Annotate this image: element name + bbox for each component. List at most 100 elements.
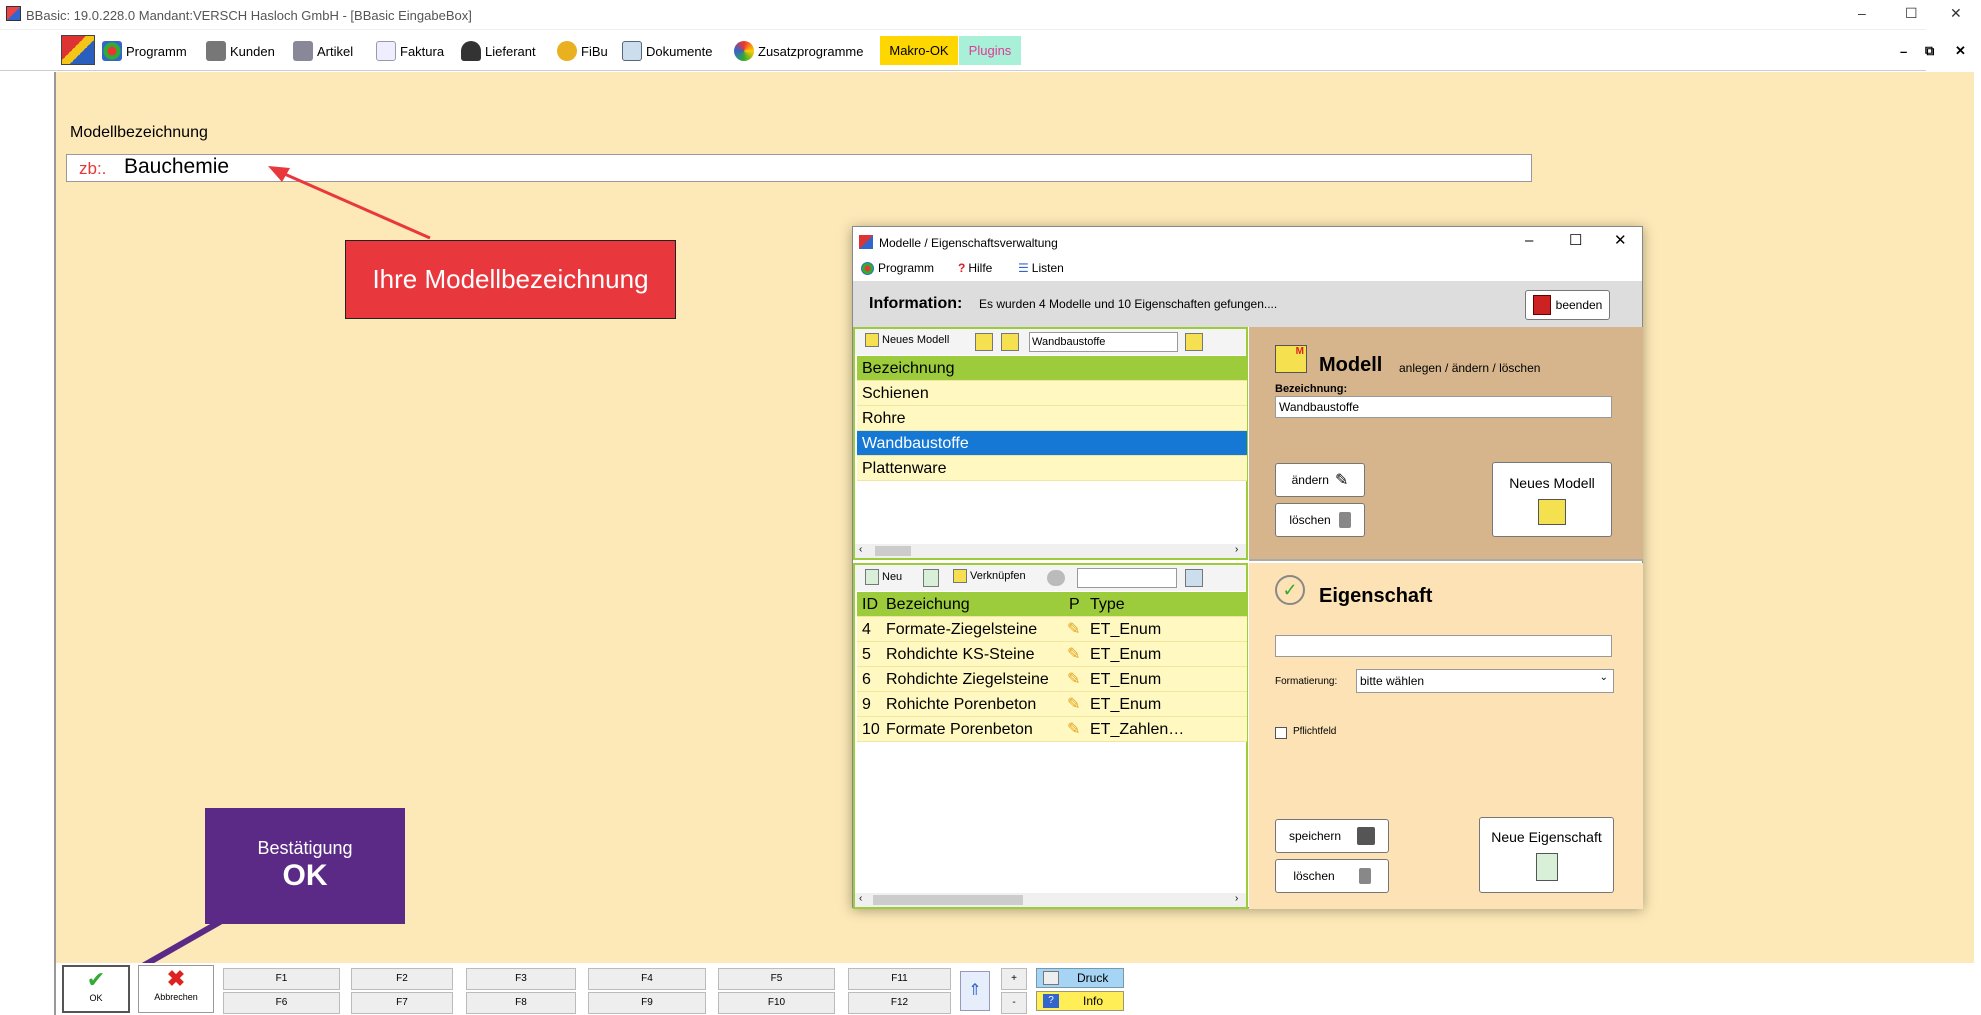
dialog-maximize-icon[interactable]: ☐ xyxy=(1569,231,1582,249)
property-row[interactable]: 5 Rohdichte KS-Steine ✎ ET_Enum xyxy=(857,642,1247,667)
minimize-icon[interactable]: – xyxy=(1858,5,1866,21)
dialog-minimize-icon[interactable]: – xyxy=(1525,232,1533,249)
f11-button[interactable]: F11 xyxy=(848,968,951,990)
models-header: Bezeichnung xyxy=(857,356,1247,381)
dialog-menu-listen[interactable]: ☰ Listen xyxy=(1018,261,1064,275)
menu-item-faktura[interactable]: Faktura xyxy=(376,39,444,63)
edit-property-icon[interactable] xyxy=(923,569,939,587)
properties-hscrollbar[interactable]: ‹ › xyxy=(855,893,1246,907)
menu-item-lieferant[interactable]: Lieferant xyxy=(461,39,536,63)
menu-item-artikel[interactable]: Artikel xyxy=(293,39,353,63)
minus-button[interactable]: - xyxy=(1001,992,1027,1014)
f3-button[interactable]: F3 xyxy=(466,968,576,990)
info-text: Es wurden 4 Modelle und 10 Eigenschaften… xyxy=(979,297,1278,311)
property-row[interactable]: 9 Rohichte Porenbeton ✎ ET_Enum xyxy=(857,692,1247,717)
f4-button[interactable]: F4 xyxy=(588,968,706,990)
scroll-left-icon[interactable]: ‹ xyxy=(859,544,862,555)
property-row[interactable]: 10 Formate Porenbeton ✎ ET_Zahlen… xyxy=(857,717,1247,742)
f9-button[interactable]: F9 xyxy=(588,992,706,1014)
f7-button[interactable]: F7 xyxy=(351,992,453,1014)
f6-button[interactable]: F6 xyxy=(223,992,340,1014)
edit-model-icon[interactable] xyxy=(975,333,993,351)
form-label: Modellbezeichnung xyxy=(70,124,208,141)
scroll-thumb[interactable] xyxy=(875,546,911,556)
f8-button[interactable]: F8 xyxy=(466,992,576,1014)
makro-ok-button[interactable]: Makro-OK xyxy=(880,36,958,65)
model-row[interactable]: Schienen xyxy=(857,381,1247,406)
menu-item-dokumente[interactable]: Dokumente xyxy=(622,39,712,63)
property-name: Rohdichte KS-Steine xyxy=(886,646,1035,663)
trash-icon xyxy=(1338,512,1351,528)
f2-button[interactable]: F2 xyxy=(351,968,453,990)
models-pane: Neues Modell Wandbaustoffe Bezeichnung S… xyxy=(853,327,1248,560)
window-title-bar: BBasic: 19.0.228.0 Mandant:VERSCH Hasloc… xyxy=(0,0,1962,30)
save-property-button[interactable]: speichern xyxy=(1275,819,1389,853)
scroll-right-icon[interactable]: › xyxy=(1235,893,1238,904)
dialog-menu-hilfe[interactable]: ? Hilfe xyxy=(958,261,992,275)
f12-button[interactable]: F12 xyxy=(848,992,951,1014)
property-type: ET_Zahlen… xyxy=(1090,721,1185,738)
scroll-thumb[interactable] xyxy=(873,895,1023,905)
mdi-restore-icon[interactable]: ⧉ xyxy=(1925,39,1934,63)
model-name-field[interactable]: Wandbaustoffe xyxy=(1275,396,1612,418)
ok-button[interactable]: ✔ OK xyxy=(62,965,130,1013)
search-models-icon[interactable] xyxy=(1185,333,1203,351)
scroll-up-icon[interactable]: ⇑ xyxy=(960,971,990,1011)
print-button[interactable]: Druck xyxy=(1036,968,1124,988)
format-label: Formatierung: xyxy=(1275,676,1338,687)
dialog-close-icon[interactable]: ✕ xyxy=(1614,231,1627,249)
pencil-icon: ✎ xyxy=(1067,621,1081,638)
menu-item-programm[interactable]: Programm xyxy=(102,39,187,63)
link-property-button[interactable]: Verknüpfen xyxy=(953,569,1026,583)
menu-item-kunden[interactable]: Kunden xyxy=(206,39,275,63)
properties-search-input[interactable] xyxy=(1077,568,1177,588)
models-search-input[interactable]: Wandbaustoffe xyxy=(1029,332,1178,352)
new-property-tool-button[interactable]: Neu xyxy=(865,569,902,585)
property-panel-title: Eigenschaft xyxy=(1319,585,1433,607)
f10-button[interactable]: F10 xyxy=(718,992,835,1014)
scroll-right-icon[interactable]: › xyxy=(1235,544,1238,555)
close-icon[interactable]: ✕ xyxy=(1950,5,1962,22)
new-model-button[interactable]: Neues Modell xyxy=(1492,462,1612,537)
change-model-button[interactable]: ändern ✎ xyxy=(1275,463,1365,497)
new-property-button[interactable]: Neue Eigenschaft xyxy=(1479,817,1614,893)
new-model-tool-button[interactable]: Neues Modell xyxy=(865,333,949,347)
property-name-field[interactable] xyxy=(1275,635,1612,657)
delete-property-button[interactable]: löschen xyxy=(1275,859,1389,893)
menu-item-zusatzprogramme[interactable]: Zusatzprogramme xyxy=(734,39,863,63)
delete-model-icon[interactable] xyxy=(1001,333,1019,351)
model-row[interactable]: Rohre xyxy=(857,406,1247,431)
bottom-bar: ✔ OK ✖ Abbrechen F1 F2 F3 F4 F5 F11 F6 F… xyxy=(56,963,1981,1015)
mdi-minimize-icon[interactable]: – xyxy=(1900,39,1907,63)
property-type: ET_Enum xyxy=(1090,671,1162,688)
models-hscrollbar[interactable]: ‹ › xyxy=(855,544,1246,558)
property-row[interactable]: 6 Rohdichte Ziegelsteine ✎ ET_Enum xyxy=(857,667,1247,692)
plugins-button[interactable]: Plugins xyxy=(959,36,1021,65)
property-id: 9 xyxy=(862,696,871,713)
menu-item-fibu[interactable]: FiBu xyxy=(557,39,608,63)
mdi-close-icon[interactable]: ✕ xyxy=(1955,39,1966,63)
info-button[interactable]: ? Info xyxy=(1036,991,1124,1011)
f5-button[interactable]: F5 xyxy=(718,968,835,990)
f1-button[interactable]: F1 xyxy=(223,968,340,990)
cross-icon: ✖ xyxy=(166,966,186,991)
plus-button[interactable]: + xyxy=(1001,968,1027,990)
property-row[interactable]: 4 Formate-Ziegelsteine ✎ ET_Enum xyxy=(857,617,1247,642)
callout-confirm-line2: OK xyxy=(282,859,328,892)
ok-label: OK xyxy=(89,993,103,1003)
unlink-icon[interactable] xyxy=(1047,570,1065,586)
beenden-button[interactable]: beenden xyxy=(1525,290,1610,320)
search-properties-icon[interactable] xyxy=(1185,569,1203,587)
maximize-icon[interactable]: ☐ xyxy=(1905,5,1918,22)
model-row-selected[interactable]: Wandbaustoffe xyxy=(857,431,1247,456)
scroll-left-icon[interactable]: ‹ xyxy=(859,893,862,904)
dialog-menu-programm[interactable]: Programm xyxy=(861,261,934,275)
delete-model-button[interactable]: löschen xyxy=(1275,503,1365,537)
cancel-button[interactable]: ✖ Abbrechen xyxy=(138,965,214,1013)
programm-icon xyxy=(102,41,122,61)
required-checkbox[interactable] xyxy=(1275,727,1287,739)
format-select[interactable]: bitte wählen ⌄ xyxy=(1356,669,1614,693)
property-id: 4 xyxy=(862,621,871,638)
model-row[interactable]: Plattenware xyxy=(857,456,1247,481)
property-id: 6 xyxy=(862,671,871,688)
